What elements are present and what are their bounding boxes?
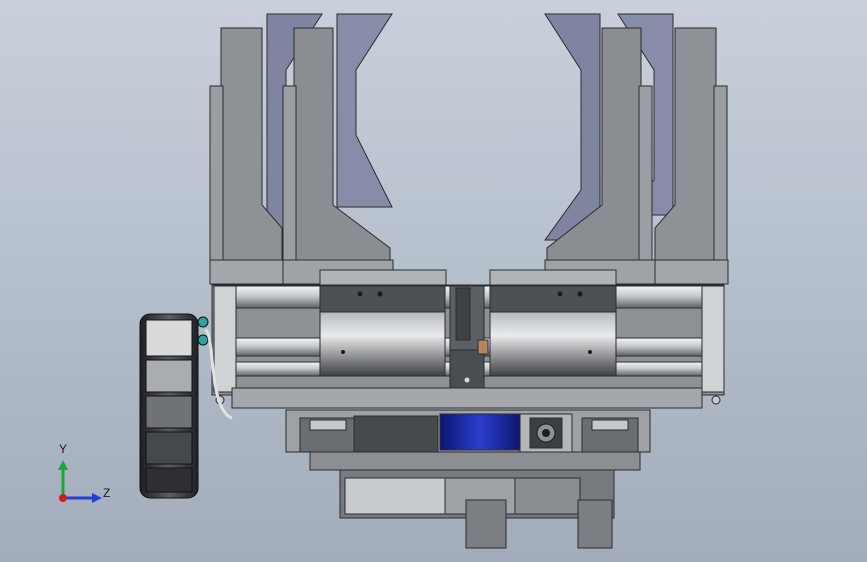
sensor-tab (477, 339, 489, 355)
bolt-icon (357, 291, 363, 297)
y-arrow-icon (58, 460, 68, 470)
right-gripper-fingers[interactable] (489, 13, 729, 287)
center-bracket-foot (449, 349, 485, 395)
foot-left (465, 499, 507, 549)
left-finger-inner-side (282, 85, 297, 269)
guide-rail-assembly[interactable] (211, 284, 725, 409)
foot-right (577, 499, 613, 549)
right-finger-outer-side (713, 85, 728, 269)
motor-housing (353, 415, 439, 453)
lower-box-left (344, 477, 446, 515)
z-arrow-icon (92, 493, 102, 503)
servo-motor (439, 413, 521, 451)
orientation-triad (58, 460, 102, 503)
triad-z-label: Z (103, 486, 111, 500)
fitting-icon (197, 316, 209, 328)
right-jaw-back (544, 13, 601, 241)
triad-y-label: Y (59, 442, 68, 456)
x-axis-dot (59, 494, 67, 502)
right-finger-base-a (649, 259, 729, 285)
bolt-icon (464, 377, 470, 383)
bolt-icon (557, 291, 563, 297)
carriage-assembly[interactable] (285, 409, 651, 549)
lower-box-right (514, 477, 581, 515)
cylinder-left-top (319, 285, 446, 313)
end-cap-left (213, 285, 237, 393)
chain-link (145, 359, 193, 393)
bolt-icon (588, 350, 592, 354)
slide-block-left-top (309, 419, 347, 431)
slide-block-right-top (591, 419, 629, 431)
bolt-icon (341, 350, 345, 354)
chain-link (145, 395, 193, 429)
bearing-core (542, 429, 550, 437)
base-plate (231, 387, 703, 409)
left-jaw-front (336, 13, 393, 208)
right-finger-inner-side (638, 85, 653, 269)
center-bracket-plate (455, 287, 471, 341)
left-gripper-fingers[interactable] (209, 13, 447, 287)
bolt-icon (577, 291, 583, 297)
lower-beam (309, 451, 641, 471)
right-finger-base-c (489, 269, 617, 287)
left-finger-outer-side (209, 85, 224, 269)
cad-viewport[interactable]: Y Z (0, 0, 867, 562)
fitting-icon (197, 334, 209, 346)
chain-link (145, 467, 193, 493)
bolt-icon (377, 291, 383, 297)
bolt-icon (711, 395, 721, 405)
cylinder-right-top (489, 285, 617, 313)
end-cap-right (701, 285, 725, 393)
left-finger-base-c (319, 269, 447, 287)
chain-link (145, 431, 193, 465)
left-finger-base-a (209, 259, 289, 285)
chain-link (145, 319, 193, 357)
